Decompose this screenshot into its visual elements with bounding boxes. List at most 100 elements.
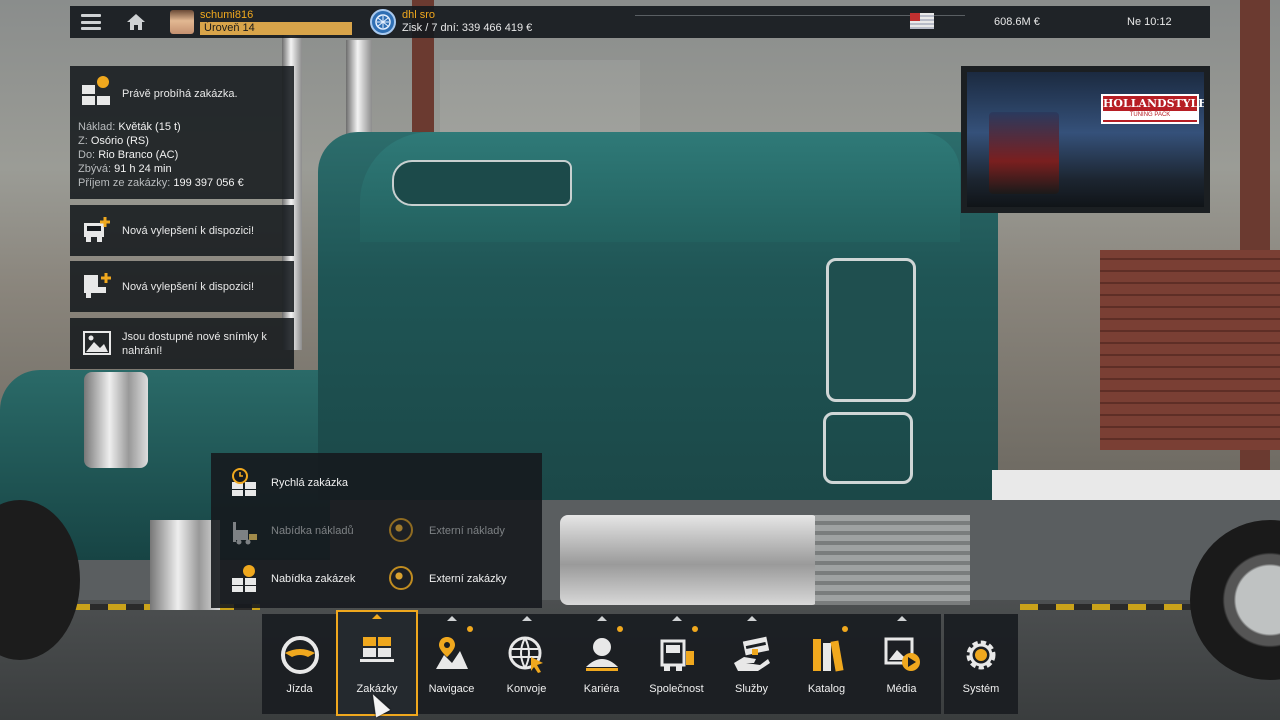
notification-upgrade[interactable]: Nová vylepšení k dispozici! xyxy=(70,205,294,256)
income-value: 199 397 056 € xyxy=(173,177,244,189)
hamburger-icon xyxy=(81,14,101,30)
money-balance: 608.6M € xyxy=(994,16,1040,28)
dock-drive[interactable]: Jízda xyxy=(262,614,337,714)
promo-logo-title: HOLLANDSTYLE xyxy=(1103,97,1204,110)
from-label: Z: xyxy=(78,135,88,147)
truck-upgrade-icon xyxy=(82,215,112,245)
player-avatar[interactable] xyxy=(170,10,194,34)
dock-media[interactable]: Média xyxy=(864,614,939,714)
steering-wheel-icon xyxy=(280,635,320,675)
job-market-item[interactable]: Nabídka zakázek xyxy=(229,564,355,594)
jobs-grid-icon xyxy=(357,633,397,673)
notification-screenshots[interactable]: Jsou dostupné nové snímky k nahrání! xyxy=(70,318,294,369)
company-name: dhl sro xyxy=(402,9,436,21)
company-logo[interactable] xyxy=(370,9,396,35)
promo-truck xyxy=(989,112,1059,194)
cargo-market-label: Nabídka nákladů xyxy=(271,525,354,537)
company-emblem-icon xyxy=(375,14,391,30)
brick-wall xyxy=(1100,250,1280,450)
dock-label: Služby xyxy=(734,683,769,695)
external-cargo-icon xyxy=(387,516,417,546)
dock-label: Systém xyxy=(962,683,1000,695)
current-job-panel[interactable]: Právě probíhá zakázka. Náklad: Květák (1… xyxy=(70,66,294,199)
to-value: Rio Branco (AC) xyxy=(98,149,179,161)
player-level: Úroveň 14 xyxy=(200,22,352,35)
current-job-title: Právě probíhá zakázka. xyxy=(122,88,238,100)
door-panel xyxy=(823,412,913,484)
dock-convoys[interactable]: Konvoje xyxy=(489,614,564,714)
income-label: Příjem ze zakázky: xyxy=(78,177,171,189)
menu-button[interactable] xyxy=(70,6,106,38)
trailer-bed xyxy=(992,470,1280,500)
current-job-details: Náklad: Květák (15 t) Z: Osório (RS) Do:… xyxy=(78,120,244,190)
dock-services[interactable]: Služby xyxy=(714,614,789,714)
notification-text: Jsou dostupné nové snímky k nahrání! xyxy=(122,331,267,357)
quick-job-item[interactable]: Rychlá zakázka xyxy=(229,468,348,498)
player-profile[interactable]: schumi816 Úroveň 14 xyxy=(200,9,352,35)
promo-logo-subtitle: TUNING PACK xyxy=(1103,111,1197,120)
notification-upgrade[interactable]: Nová vylepšení k dispozici! xyxy=(70,261,294,312)
books-icon xyxy=(807,635,847,675)
remaining-value: 91 h 24 min xyxy=(114,163,172,175)
trailer-upgrade-icon xyxy=(82,271,112,301)
cargo-label: Náklad: xyxy=(78,121,116,133)
dock-label: Navigace xyxy=(428,683,475,695)
company-profit: Zisk / 7 dní: 339 466 419 € xyxy=(402,22,533,34)
external-jobs-item[interactable]: Externí zakázky xyxy=(387,564,507,594)
gear-icon xyxy=(961,635,1001,675)
dock-system[interactable]: Systém xyxy=(944,614,1018,714)
top-bar: schumi816 Úroveň 14 dhl sro Zisk / 7 dní… xyxy=(70,6,1210,38)
home-icon xyxy=(127,14,145,30)
remaining-label: Zbývá: xyxy=(78,163,112,175)
cargo-value: Květák (15 t) xyxy=(118,121,181,133)
hand-card-icon xyxy=(732,635,772,675)
dock-label: Společnost xyxy=(649,683,704,695)
dock-label: Konvoje xyxy=(506,683,547,695)
player-name: schumi816 xyxy=(200,9,254,21)
promo-logo: HOLLANDSTYLE TUNING PACK xyxy=(1101,94,1204,124)
external-cargo-label: Externí náklady xyxy=(429,525,505,537)
quick-job-label: Rychlá zakázka xyxy=(271,477,349,489)
job-market-icon xyxy=(229,564,259,594)
external-jobs-icon xyxy=(387,564,417,594)
dock-label: Katalog xyxy=(807,683,846,695)
door-window xyxy=(826,258,916,402)
notification-text: Nová vylepšení k dispozici! xyxy=(122,281,255,293)
from-value: Osório (RS) xyxy=(90,135,149,147)
dock-label: Jízda xyxy=(286,683,313,695)
notification-text: Nová vylepšení k dispozici! xyxy=(122,225,255,237)
dock-company[interactable]: Společnost xyxy=(639,614,714,714)
cargo-market-item[interactable]: Nabídka nákladů xyxy=(229,516,354,546)
jobs-submenu: Rychlá zakázka Nabídka nákladů Externí n… xyxy=(211,453,542,608)
promo-image: HOLLANDSTYLE TUNING PACK xyxy=(967,72,1204,207)
air-filter xyxy=(84,372,148,468)
map-pin-icon xyxy=(432,635,472,675)
job-grid-icon xyxy=(82,76,112,108)
dock-career[interactable]: Kariéra xyxy=(564,614,639,714)
dock-label: Kariéra xyxy=(583,683,620,695)
dock-label: Média xyxy=(886,683,917,695)
home-button[interactable] xyxy=(118,6,154,38)
external-jobs-label: Externí zakázky xyxy=(429,573,507,585)
media-play-icon xyxy=(882,635,922,675)
sleeper-window xyxy=(392,160,572,206)
dock-navigation[interactable]: Navigace xyxy=(414,614,489,714)
company-truck-icon xyxy=(657,635,697,675)
game-clock: Ne 10:12 xyxy=(1127,16,1172,28)
main-dock: Jízda Zakázky Navigace Konvoje Kariéra S… xyxy=(262,610,941,716)
job-market-label: Nabídka zakázek xyxy=(271,573,356,585)
person-icon xyxy=(582,635,622,675)
globe-cursor-icon xyxy=(507,635,547,675)
dlc-promo-banner[interactable]: HOLLANDSTYLE TUNING PACK xyxy=(961,66,1210,213)
to-label: Do: xyxy=(78,149,96,161)
external-cargo-item[interactable]: Externí náklady xyxy=(387,516,505,546)
image-icon xyxy=(82,328,112,358)
fuel-tank xyxy=(560,515,820,605)
front-step xyxy=(150,520,220,610)
truck-step xyxy=(815,515,970,605)
quick-job-icon xyxy=(229,468,259,498)
country-flag-icon xyxy=(910,13,934,29)
company-info[interactable]: dhl sro Zisk / 7 dní: 339 466 419 € xyxy=(402,9,532,35)
forklift-icon xyxy=(229,516,259,546)
dock-catalog[interactable]: Katalog xyxy=(789,614,864,714)
